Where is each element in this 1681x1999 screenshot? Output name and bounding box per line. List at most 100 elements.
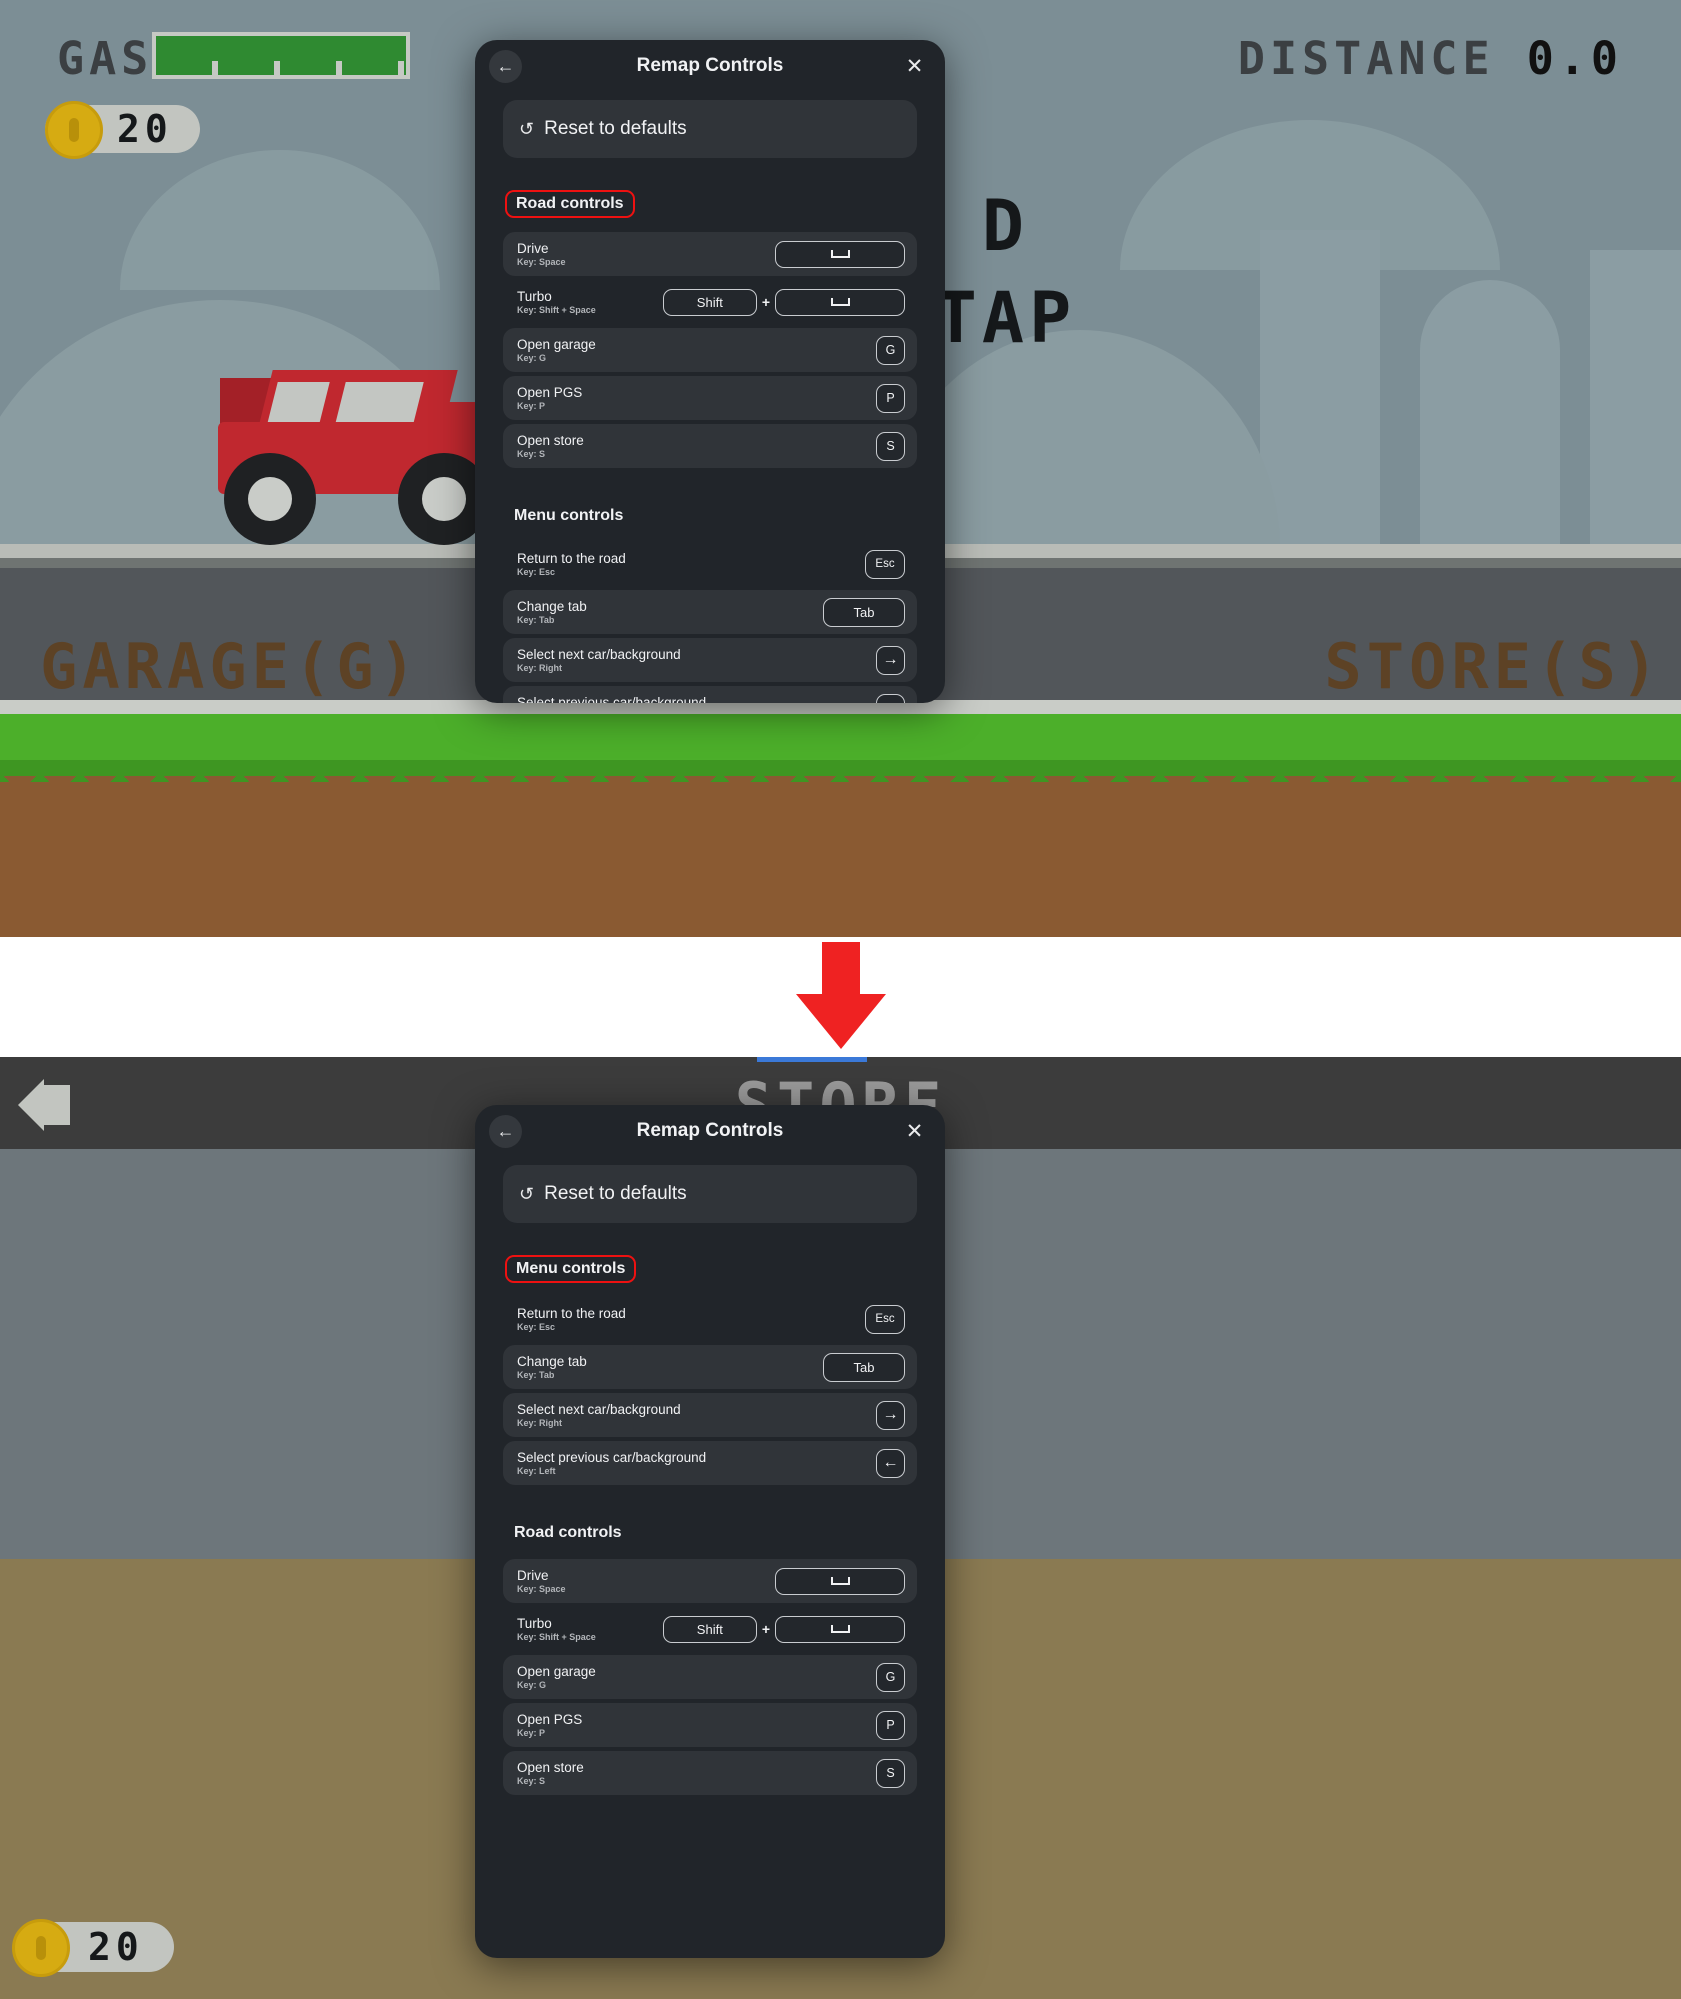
modal-title: Remap Controls [636,1120,784,1141]
control-row-select-previous[interactable]: Select previous car/background Key: Left… [503,686,917,703]
distance-readout: DISTANCE 0.0 [1238,32,1623,85]
control-name: Change tab [517,1354,587,1369]
p-key-cap[interactable]: P [876,383,905,413]
control-key: Key: Esc [517,1322,556,1332]
control-key: Key: Shift + Space [517,305,596,315]
arrow-right-icon[interactable]: → [876,645,905,675]
esc-key-cap[interactable]: Esc [865,1304,905,1334]
p-key-cap[interactable]: P [876,1710,905,1740]
arrow-right-icon[interactable]: → [876,1400,905,1430]
control-row-turbo[interactable]: Turbo Key: Shift + Space Shift + [503,280,917,324]
coin-icon [45,101,103,159]
control-row-turbo[interactable]: Turbo Key: Shift + Space Shift + [503,1607,917,1651]
control-key: Key: G [517,1680,547,1690]
control-key: Key: S [517,449,546,459]
g-key-cap[interactable]: G [876,1662,905,1692]
control-name: Turbo [517,289,552,304]
reset-to-defaults-label: Reset to defaults [544,118,687,139]
arrow-left-icon[interactable]: ← [876,1448,905,1478]
control-name: Open PGS [517,385,583,400]
shift-key-cap[interactable]: Shift [662,1615,757,1643]
store-coin-icon [12,1919,70,1977]
space-key-cap[interactable] [775,1615,905,1643]
space-key-cap[interactable] [775,240,905,268]
modal-title: Remap Controls [636,55,784,76]
control-name: Drive [517,241,549,256]
control-row-return-to-road[interactable]: Return to the road Key: Esc Esc [503,542,917,586]
plus-separator: + [761,1621,770,1637]
shift-key-cap[interactable]: Shift [662,288,757,316]
control-key: Key: Esc [517,567,556,577]
garage-entrance-label[interactable]: GARAGE(G) [40,630,421,703]
control-name: Open garage [517,1664,596,1679]
control-key: Key: Right [517,1418,562,1428]
control-name: Turbo [517,1616,552,1631]
control-key: Key: Tab [517,1370,555,1380]
control-row-change-tab[interactable]: Change tab Key: Tab Tab [503,1345,917,1389]
control-row-open-garage[interactable]: Open garage Key: G G [503,1655,917,1699]
back-icon[interactable]: ← [489,1115,522,1148]
close-icon[interactable]: ✕ [898,1115,931,1148]
section-title-menu-controls: Menu controls [505,1255,637,1283]
space-key-cap[interactable] [775,1567,905,1595]
remap-controls-modal-bottom: ← Remap Controls ✕ ↺ Reset to defaults M… [475,1105,945,1958]
reset-icon: ↺ [519,1183,535,1204]
control-name: Select previous car/background [517,1450,707,1465]
control-key: Key: Space [517,257,566,267]
section-title-road-controls: Road controls [514,1524,622,1541]
control-key: Key: S [517,1776,546,1786]
player-car [210,360,510,545]
tab-key-cap[interactable]: Tab [823,597,905,627]
control-key: Key: Right [517,663,562,673]
distance-value: 0.0 [1526,32,1623,85]
control-name: Change tab [517,599,587,614]
control-name: Open store [517,433,584,448]
control-row-return-to-road[interactable]: Return to the road Key: Esc Esc [503,1297,917,1341]
section-title-road-controls: Road controls [505,190,635,218]
control-name: Return to the road [517,1306,626,1321]
control-row-select-previous[interactable]: Select previous car/background Key: Left… [503,1441,917,1485]
page-root: GAS 20 DISTANCE 0.0 TAP TO D DOUBLE TAP … [0,0,1681,1999]
reset-to-defaults-button[interactable]: ↺ Reset to defaults [503,100,917,158]
control-row-open-store[interactable]: Open store Key: S S [503,1751,917,1795]
control-key: Key: Tab [517,615,555,625]
gas-label: GAS [57,32,154,85]
control-key: Key: Shift + Space [517,1632,596,1642]
close-icon[interactable]: ✕ [898,50,931,83]
control-name: Open PGS [517,1712,583,1727]
control-name: Open garage [517,337,596,352]
store-entrance-label[interactable]: STORE(S) [1324,630,1663,703]
control-row-change-tab[interactable]: Change tab Key: Tab Tab [503,590,917,634]
remap-controls-modal-top: ← Remap Controls ✕ ↺ Reset to defaults R… [475,40,945,703]
control-row-select-next[interactable]: Select next car/background Key: Right → [503,638,917,682]
space-key-cap[interactable] [775,288,905,316]
control-key: Key: G [517,353,547,363]
control-name: Select next car/background [517,647,681,662]
control-key: Key: Space [517,1584,566,1594]
control-row-open-store[interactable]: Open store Key: S S [503,424,917,468]
arrow-left-icon[interactable]: ← [876,693,905,703]
g-key-cap[interactable]: G [876,335,905,365]
tab-key-cap[interactable]: Tab [823,1352,905,1382]
store-coin-count-value: 20 [88,1925,144,1969]
esc-key-cap[interactable]: Esc [865,549,905,579]
gas-meter [152,32,410,79]
reset-to-defaults-label: Reset to defaults [544,1183,687,1204]
dirt-zigzag-edge [0,776,1681,802]
back-icon[interactable]: ← [489,50,522,83]
control-key: Key: Left [517,1466,556,1476]
control-row-open-garage[interactable]: Open garage Key: G G [503,328,917,372]
reset-to-defaults-button[interactable]: ↺ Reset to defaults [503,1165,917,1223]
control-row-drive[interactable]: Drive Key: Space [503,232,917,276]
control-name: Open store [517,1760,584,1775]
control-row-drive[interactable]: Drive Key: Space [503,1559,917,1603]
control-row-open-pgs[interactable]: Open PGS Key: P P [503,1703,917,1747]
s-key-cap[interactable]: S [876,431,905,461]
s-key-cap[interactable]: S [876,1758,905,1788]
control-row-open-pgs[interactable]: Open PGS Key: P P [503,376,917,420]
control-key: Key: P [517,401,546,411]
dirt-ground [0,782,1681,937]
control-row-select-next[interactable]: Select next car/background Key: Right → [503,1393,917,1437]
down-arrow-icon [795,942,886,1049]
control-key: Key: P [517,1728,546,1738]
